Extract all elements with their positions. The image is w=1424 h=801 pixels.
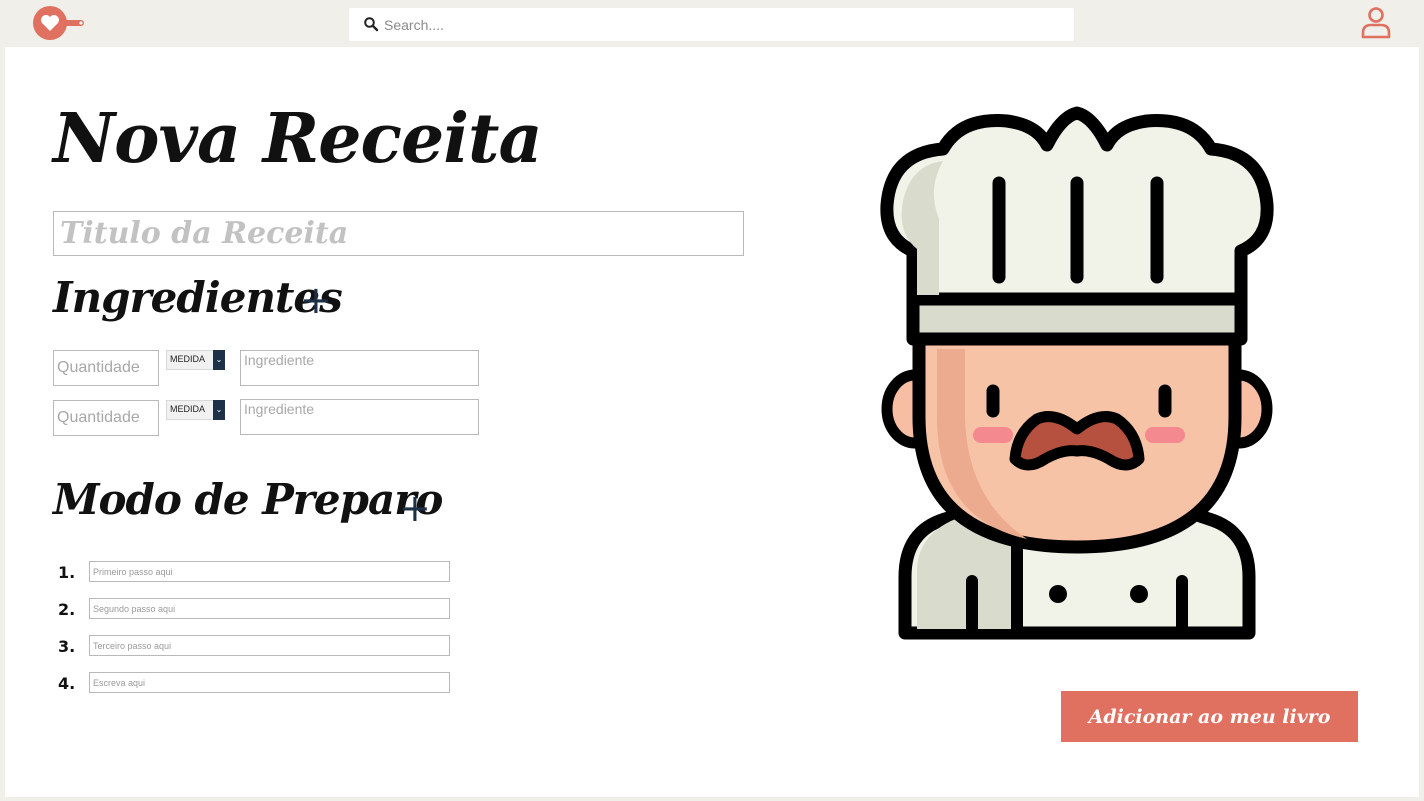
ingredient-field — [240, 350, 479, 386]
step-number: 4. — [58, 674, 76, 693]
step-number: 3. — [58, 637, 76, 656]
recipe-title-input[interactable] — [53, 211, 744, 256]
search-input[interactable] — [384, 8, 1044, 41]
chevron-down-icon[interactable]: ⌄ — [213, 400, 225, 420]
ingredient-input[interactable] — [241, 400, 478, 434]
chef-illustration — [880, 106, 1274, 640]
search-bar — [349, 8, 1074, 41]
measure-label: MEDIDA — [170, 404, 206, 414]
user-icon[interactable] — [1358, 4, 1394, 40]
step-number: 1. — [58, 563, 76, 582]
add-step-button[interactable]: + — [399, 489, 431, 527]
step-input[interactable] — [89, 672, 450, 693]
search-icon — [364, 17, 379, 32]
top-bar — [0, 0, 1424, 46]
ingredients-heading: Ingredientes — [53, 273, 343, 322]
add-to-book-button[interactable]: Adicionar ao meu livro — [1061, 691, 1358, 742]
ingredient-field — [240, 399, 479, 435]
page-title: Nova Receita — [53, 99, 543, 179]
measure-select[interactable]: MEDIDA ⌄ — [166, 400, 225, 420]
quantity-input[interactable] — [53, 350, 159, 386]
steps-heading: Modo de Preparo — [53, 475, 443, 524]
app-frame: Nova Receita Ingredientes + MEDIDA ⌄ MED… — [0, 0, 1424, 801]
measure-select[interactable]: MEDIDA ⌄ — [166, 350, 225, 370]
chevron-down-icon[interactable]: ⌄ — [213, 350, 225, 370]
add-ingredient-button[interactable]: + — [300, 281, 332, 319]
step-input[interactable] — [89, 635, 450, 656]
step-number: 2. — [58, 600, 76, 619]
recipe-form-card: Nova Receita Ingredientes + MEDIDA ⌄ MED… — [5, 47, 1419, 797]
ingredient-input[interactable] — [241, 351, 478, 385]
quantity-input[interactable] — [53, 400, 159, 436]
step-input[interactable] — [89, 598, 450, 619]
step-input[interactable] — [89, 561, 450, 582]
measure-label: MEDIDA — [170, 354, 206, 364]
logo-icon[interactable] — [32, 3, 88, 43]
